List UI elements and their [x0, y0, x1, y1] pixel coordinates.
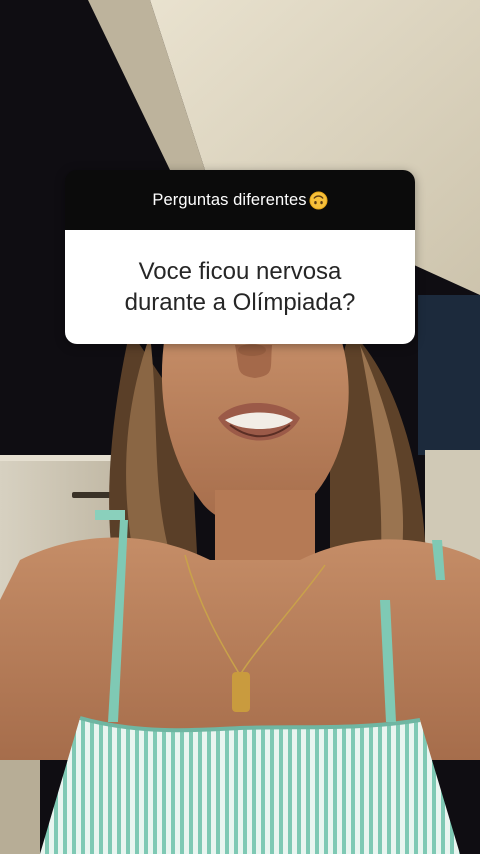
upside-down-face-icon [309, 190, 328, 210]
question-text: Voce ficou nervosa durante a Olímpiada? [124, 258, 356, 316]
question-sticker-body: Voce ficou nervosa durante a Olímpiada? [65, 230, 415, 344]
question-sticker[interactable]: Perguntas diferentes Voce ficou nervosa … [65, 170, 415, 344]
question-sticker-header: Perguntas diferentes [65, 170, 415, 230]
question-sticker-title: Perguntas diferentes [152, 190, 307, 209]
story-photo [0, 0, 480, 854]
